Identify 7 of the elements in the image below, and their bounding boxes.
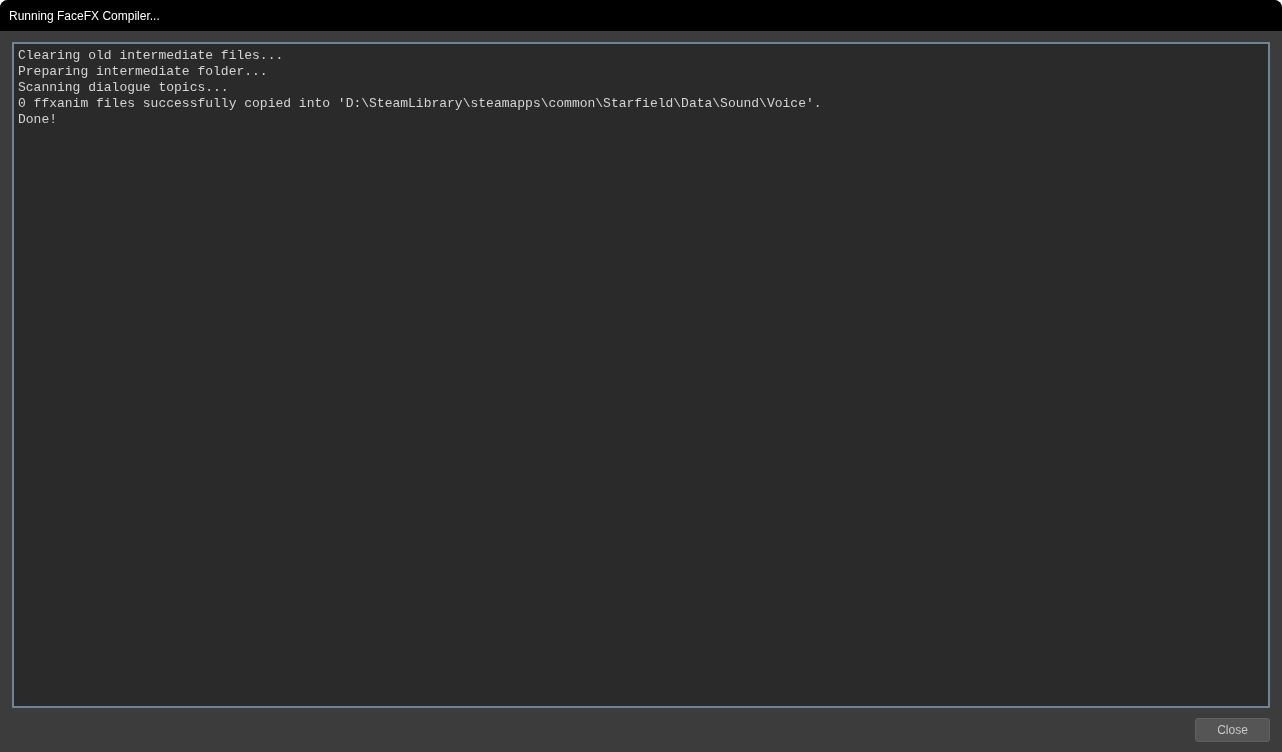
log-line: Clearing old intermediate files... — [18, 48, 285, 64]
log-line: Preparing intermediate folder... — [18, 64, 269, 80]
log-line: 0 ffxanim files successfully copied into 'D:\SteamLibrary\steamapps\common\Starfield\Data\Sound\Voice'. — [18, 96, 823, 112]
close-button[interactable]: Close — [1195, 718, 1270, 742]
window-title: Running FaceFX Compiler... — [9, 7, 160, 25]
log-line: Done! — [18, 112, 58, 128]
log-line: Scanning dialogue topics... — [18, 80, 230, 96]
